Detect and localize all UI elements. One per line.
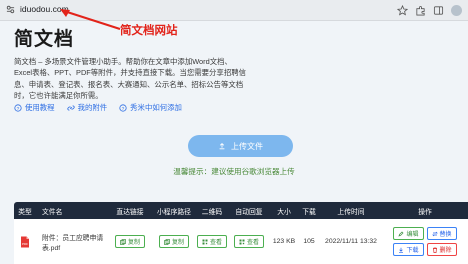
- table-header: 类型 文件名 直达链接 小程序路径 二维码 自动回复 大小 下载 上传时间 操作: [14, 202, 468, 219]
- file-type-cell: PDF: [14, 219, 36, 264]
- edit-button[interactable]: 编辑: [393, 227, 424, 240]
- auto-reply-cell: 查看: [228, 219, 270, 264]
- table-row: PDF 附件：员工应聘申请表.pdf 复制 复制 查看 查看 123 KB 10…: [14, 219, 468, 264]
- upload-file-button[interactable]: 上传文件: [188, 135, 293, 157]
- download-button[interactable]: 下载: [393, 243, 424, 256]
- help-circle-icon: ?: [14, 103, 22, 112]
- copy-link-button[interactable]: 复制: [114, 235, 145, 248]
- svg-text:?: ?: [122, 106, 125, 112]
- help-link-label: 使用教程: [25, 103, 55, 112]
- actions-grid: 编辑 替换 下载 删除: [393, 227, 457, 256]
- svg-text:PDF: PDF: [22, 242, 28, 246]
- help-link-label: 秀米中如何添加: [130, 103, 182, 112]
- copy-mini-path-label: 复制: [171, 240, 184, 246]
- copy-link-label: 复制: [127, 240, 140, 246]
- browser-actions: [397, 3, 462, 17]
- delete-label: 删除: [439, 248, 452, 254]
- view-auto-reply-button[interactable]: 查看: [233, 235, 264, 248]
- header-downloads: 下载: [302, 208, 316, 216]
- copy-mini-path-button[interactable]: 复制: [158, 235, 189, 248]
- page-description: 简文档 – 多场景文件管理小助手。帮助你在文章中添加Word文档、Excel表格…: [14, 57, 246, 101]
- help-circle-icon: ?: [119, 103, 127, 112]
- help-link-label: 我的附件: [77, 103, 108, 112]
- upload-time: 2022/11/11 13:32: [325, 238, 377, 245]
- download-count: 105: [303, 238, 315, 245]
- view-qrcode-label: 查看: [209, 240, 222, 246]
- annotation-label: 简文档网站: [120, 25, 178, 37]
- header-auto-reply: 自动回复: [235, 208, 263, 216]
- copy-icon: [164, 238, 170, 245]
- sidebar-icon[interactable]: [433, 5, 444, 16]
- replace-label: 替换: [439, 232, 452, 238]
- header-qrcode: 二维码: [201, 208, 223, 216]
- upload-button-label: 上传文件: [231, 141, 263, 151]
- page-title: 简文档: [14, 29, 75, 50]
- help-link-xiumi[interactable]: ? 秀米中如何添加: [119, 102, 182, 113]
- edit-icon: [398, 231, 404, 237]
- edit-label: 编辑: [406, 232, 419, 238]
- extensions-icon[interactable]: [415, 5, 426, 16]
- delete-icon: [432, 247, 437, 253]
- delete-button[interactable]: 删除: [426, 243, 457, 256]
- file-size: 123 KB: [272, 238, 296, 245]
- files-table: 类型 文件名 直达链接 小程序路径 二维码 自动回复 大小 下载 上传时间 操作…: [14, 202, 468, 264]
- upload-icon: [219, 142, 225, 150]
- replace-button[interactable]: 替换: [426, 227, 457, 240]
- mini-path-cell: 复制: [152, 219, 196, 264]
- upload-hint: 温馨提示：建议使用谷歌浏览器上传: [173, 167, 295, 176]
- help-links: ? 使用教程 我的附件 ? 秀米中如何添加: [14, 102, 182, 113]
- pdf-file-icon: PDF: [21, 236, 29, 247]
- qrcode-icon: [202, 239, 208, 244]
- header-actions: 操作: [418, 208, 432, 216]
- copy-icon: [120, 238, 126, 245]
- view-auto-reply-label: 查看: [246, 240, 259, 246]
- header-upload-time: 上传时间: [337, 208, 365, 216]
- qrcode-icon: [239, 239, 245, 244]
- qrcode-cell: 查看: [196, 219, 228, 264]
- help-link-my-attachments[interactable]: 我的附件: [66, 102, 108, 113]
- header-mini-path: 小程序路径: [157, 208, 191, 216]
- link-icon: [66, 105, 75, 110]
- header-direct-link: 直达链接: [116, 208, 144, 216]
- replace-icon: [431, 231, 438, 236]
- svg-text:?: ?: [17, 106, 20, 112]
- help-link-tutorial[interactable]: ? 使用教程: [14, 102, 55, 113]
- view-qrcode-button[interactable]: 查看: [196, 235, 227, 248]
- header-type: 类型: [18, 208, 32, 216]
- profile-avatar[interactable]: [451, 4, 462, 16]
- site-info-icon[interactable]: [6, 5, 15, 14]
- direct-link-cell: 复制: [108, 219, 152, 264]
- header-filename: 文件名: [42, 208, 63, 216]
- actions-cell: 编辑 替换 下载 删除: [382, 219, 468, 264]
- download-icon: [399, 247, 404, 253]
- header-size: 大小: [277, 208, 291, 216]
- star-icon[interactable]: [397, 4, 408, 16]
- file-name[interactable]: 附件：员工应聘申请表.pdf: [36, 219, 108, 264]
- download-label: 下载: [406, 248, 419, 254]
